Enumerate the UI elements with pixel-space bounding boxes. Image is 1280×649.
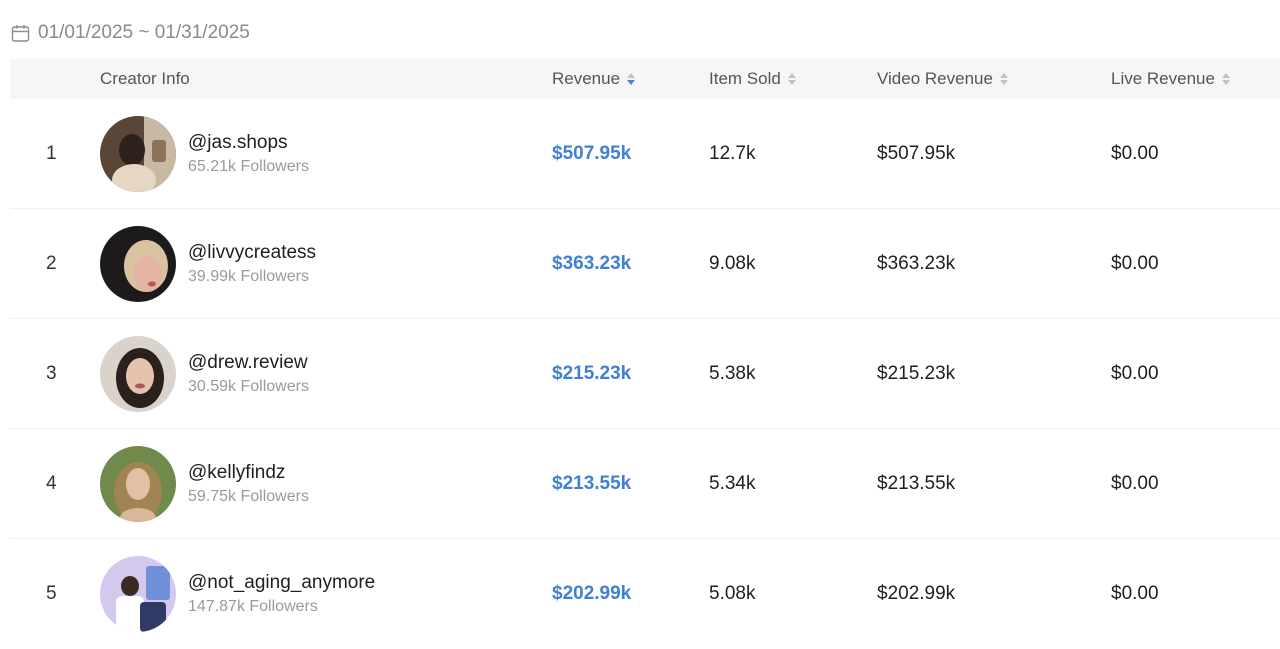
video-revenue-value: $507.95k — [877, 143, 956, 164]
column-header-live-revenue[interactable]: Live Revenue — [1111, 59, 1230, 99]
avatar[interactable] — [100, 116, 176, 192]
live-revenue-value: $0.00 — [1111, 473, 1159, 494]
revenue-value[interactable]: $507.95k — [552, 99, 631, 209]
calendar-icon — [11, 24, 30, 43]
rank: 2 — [46, 253, 57, 274]
follower-count: 147.87k Followers — [188, 598, 318, 615]
video-revenue-value: $213.55k — [877, 473, 956, 494]
follower-count: 30.59k Followers — [188, 378, 309, 395]
table-row[interactable]: 3 @drew.review 30.59k Followers $215.23k… — [10, 319, 1280, 429]
video-revenue-value: $363.23k — [877, 253, 956, 274]
avatar[interactable] — [100, 556, 176, 632]
table-row[interactable]: 5 @not_aging_anymore 147.87k Followers $… — [10, 539, 1280, 649]
sort-icon[interactable] — [1221, 73, 1230, 85]
sort-icon[interactable] — [999, 73, 1008, 85]
sort-icon[interactable] — [627, 73, 636, 85]
rank: 4 — [46, 473, 57, 494]
live-revenue-value: $0.00 — [1111, 253, 1159, 274]
revenue-value[interactable]: $213.55k — [552, 429, 631, 539]
revenue-value[interactable]: $202.99k — [552, 539, 631, 649]
creator-handle[interactable]: @drew.review — [188, 352, 309, 374]
column-label: Live Revenue — [1111, 69, 1215, 88]
column-label: Creator Info — [100, 69, 190, 88]
column-label: Revenue — [552, 69, 621, 88]
column-header-revenue[interactable]: Revenue — [552, 59, 636, 99]
video-revenue-value: $215.23k — [877, 363, 956, 384]
avatar[interactable] — [100, 446, 176, 522]
column-header-video-revenue[interactable]: Video Revenue — [877, 59, 1008, 99]
table-header: Creator Info Revenue Item Sold Video Rev… — [10, 59, 1280, 99]
video-revenue-value: $202.99k — [877, 583, 956, 604]
table-row[interactable]: 2 @livvycreatess 39.99k Followers $363.2… — [10, 209, 1280, 319]
follower-count: 65.21k Followers — [188, 158, 309, 175]
column-label: Video Revenue — [877, 69, 993, 88]
date-range-picker[interactable]: 01/01/2025 ~ 01/31/2025 — [11, 20, 250, 46]
rank: 3 — [46, 363, 57, 384]
creator-info[interactable]: @not_aging_anymore 147.87k Followers — [100, 539, 375, 649]
item-sold-value: 5.34k — [709, 473, 756, 494]
creator-handle[interactable]: @not_aging_anymore — [188, 572, 375, 594]
revenue-value[interactable]: $215.23k — [552, 319, 631, 429]
table-row[interactable]: 1 @jas.shops 65.21k Followers $507.95k 1… — [10, 99, 1280, 209]
rank: 1 — [46, 143, 57, 164]
item-sold-value: 12.7k — [709, 143, 756, 164]
creator-info[interactable]: @drew.review 30.59k Followers — [100, 319, 309, 429]
table-row[interactable]: 4 @kellyfindz 59.75k Followers $213.55k … — [10, 429, 1280, 539]
avatar[interactable] — [100, 226, 176, 302]
follower-count: 39.99k Followers — [188, 268, 309, 285]
creator-ranking-table: Creator Info Revenue Item Sold Video Rev… — [10, 59, 1280, 649]
column-header-creator-info: Creator Info — [100, 59, 190, 99]
creator-handle[interactable]: @livvycreatess — [188, 242, 316, 264]
rank: 5 — [46, 583, 57, 604]
creator-info[interactable]: @kellyfindz 59.75k Followers — [100, 429, 309, 539]
live-revenue-value: $0.00 — [1111, 143, 1159, 164]
column-header-item-sold[interactable]: Item Sold — [709, 59, 796, 99]
live-revenue-value: $0.00 — [1111, 583, 1159, 604]
sort-icon[interactable] — [787, 73, 796, 85]
creator-info[interactable]: @livvycreatess 39.99k Followers — [100, 209, 316, 319]
item-sold-value: 5.08k — [709, 583, 756, 604]
date-range-text: 01/01/2025 ~ 01/31/2025 — [38, 22, 250, 43]
follower-count: 59.75k Followers — [188, 488, 309, 505]
item-sold-value: 5.38k — [709, 363, 756, 384]
item-sold-value: 9.08k — [709, 253, 756, 274]
column-label: Item Sold — [709, 69, 781, 88]
creator-info[interactable]: @jas.shops 65.21k Followers — [100, 99, 309, 209]
revenue-value[interactable]: $363.23k — [552, 209, 631, 319]
avatar[interactable] — [100, 336, 176, 412]
creator-handle[interactable]: @kellyfindz — [188, 462, 309, 484]
creator-handle[interactable]: @jas.shops — [188, 132, 309, 154]
live-revenue-value: $0.00 — [1111, 363, 1159, 384]
